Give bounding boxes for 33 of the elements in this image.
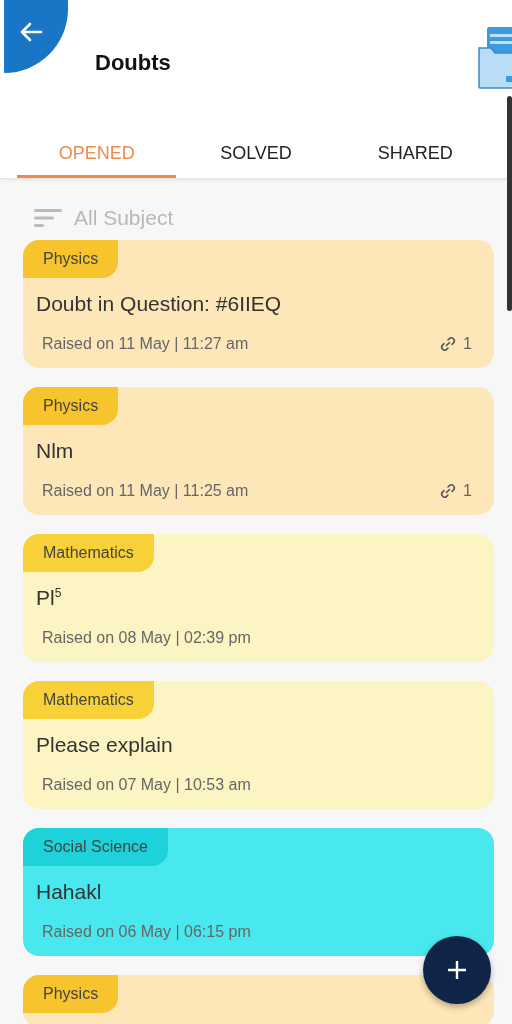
doubt-card[interactable]: Physics Doubt in Question: #6IIEQ Raised on 11 May | 11:27 am 1	[23, 240, 494, 368]
doubt-title: Nlm	[36, 439, 75, 463]
raised-date: Raised on 06 May | 06:15 pm	[42, 923, 251, 941]
subject-tag: Mathematics	[23, 681, 154, 719]
link-count: 1	[463, 335, 472, 353]
link-icon	[439, 335, 458, 353]
raised-date: Raised on 08 May | 02:39 pm	[42, 629, 251, 647]
subject-tag: Physics	[23, 975, 119, 1013]
subject-tag: Mathematics	[23, 534, 154, 572]
subject-tag: Physics	[23, 387, 119, 425]
raised-date: Raised on 11 May | 11:25 am	[42, 482, 249, 500]
scrollbar[interactable]	[507, 96, 512, 311]
doubt-card[interactable]: Social Science Hahakl Raised on 06 May | 06:15 pm	[23, 828, 494, 956]
doubt-card[interactable]: Physics Nlm Raised on 11 May | 11:25 am 1	[23, 387, 494, 515]
page-title: Doubts	[95, 50, 171, 76]
folder-icon	[478, 26, 512, 90]
doubt-title: Hahakl	[36, 880, 103, 904]
doubt-card[interactable]: Mathematics Pl$^{5}$ Raised on 08 May | 02:39 pm	[23, 534, 494, 662]
subject-tag: Physics	[23, 240, 119, 278]
doubt-title: Pl$^{5}$	[36, 586, 63, 610]
raised-date: Raised on 11 May | 11:27 am	[42, 335, 249, 353]
tab[interactable]: SOLVED	[176, 120, 336, 178]
link-count: 1	[463, 482, 472, 500]
tab[interactable]: SHARED	[335, 120, 495, 178]
doubt-title: Please explain	[36, 733, 174, 757]
raised-date: Raised on 07 May | 10:53 am	[42, 776, 251, 794]
subject-tag: Social Science	[23, 828, 168, 866]
doubt-card[interactable]: Physics	[23, 975, 494, 1024]
link-icon	[439, 482, 458, 500]
doubt-card[interactable]: Mathematics Please explain Raised on 07 May | 10:53 am	[23, 681, 494, 809]
doubt-title: Doubt in Question: #6IIEQ	[36, 292, 283, 316]
plus-icon	[447, 960, 467, 980]
back-arrow-icon	[19, 21, 43, 42]
